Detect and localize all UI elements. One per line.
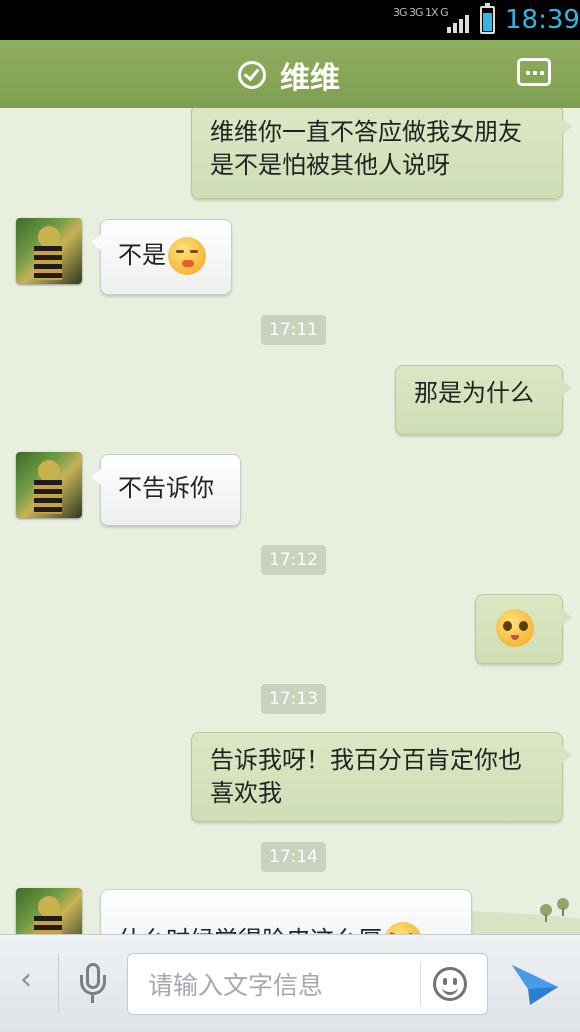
signal-icon: [447, 13, 471, 33]
chevron-left-icon[interactable]: ‹: [20, 965, 32, 995]
message-input[interactable]: [146, 966, 420, 1004]
microphone-icon[interactable]: [80, 963, 106, 1005]
message-input-box[interactable]: [127, 953, 488, 1015]
message-bubble-sent[interactable]: [475, 594, 572, 664]
status-time: 18:39: [505, 5, 580, 35]
contact-avatar[interactable]: [16, 888, 82, 934]
message-list[interactable]: 维维你一直不答应做我女朋友是不是怕被其他人说呀 不是 17:11 那是为什么 不…: [0, 108, 580, 934]
more-dots-icon: [526, 71, 530, 75]
message-bubble-received[interactable]: 不告诉你: [91, 454, 241, 526]
divider: [420, 962, 421, 1006]
divider: [58, 953, 59, 1013]
contact-avatar[interactable]: [16, 218, 82, 284]
time-divider: 17:13: [261, 684, 326, 714]
more-options-button[interactable]: [517, 58, 551, 86]
annoyed-face-emoji: [384, 922, 422, 934]
message-text: 什么时候觉得脸皮这么厚: [118, 926, 382, 934]
message-bubble-sent[interactable]: 维维你一直不答应做我女朋友是不是怕被其他人说呀: [191, 108, 572, 199]
battery-icon: [480, 3, 495, 34]
message-text: 不是: [118, 241, 166, 269]
message-text: 不告诉你: [118, 474, 214, 502]
message-text: 那是为什么: [414, 379, 534, 407]
chat-header: 维维: [0, 40, 580, 114]
chat-title-group[interactable]: 维维: [238, 58, 340, 96]
network-indicator: 3G 3G 1X G: [393, 6, 449, 19]
message-text: 告诉我呀！我百分百肯定你也喜欢我: [210, 746, 522, 807]
message-bubble-sent[interactable]: 那是为什么: [395, 365, 572, 435]
check-circle-icon: [238, 61, 266, 89]
message-text: 维维你一直不答应做我女朋友是不是怕被其他人说呀: [210, 118, 522, 179]
time-divider: 17:12: [261, 545, 326, 575]
contact-avatar[interactable]: [16, 452, 82, 518]
tree-decoration: [540, 904, 552, 922]
tree-decoration: [557, 898, 569, 916]
status-bar: 3G 3G 1X G 18:39: [0, 0, 580, 40]
message-composer: ‹: [0, 934, 580, 1032]
pleading-face-emoji: [496, 609, 534, 647]
send-arrow-icon[interactable]: [510, 961, 560, 1007]
message-bubble-sent[interactable]: 告诉我呀！我百分百肯定你也喜欢我: [191, 732, 572, 822]
time-divider: 17:11: [261, 315, 326, 345]
chat-title: 维维: [280, 61, 340, 96]
message-bubble-received[interactable]: 什么时候觉得脸皮这么厚: [100, 889, 472, 934]
time-divider: 17:14: [261, 842, 326, 872]
message-bubble-received[interactable]: 不是: [91, 219, 232, 295]
shush-face-emoji: [168, 237, 206, 275]
smiley-icon[interactable]: [433, 967, 467, 1001]
